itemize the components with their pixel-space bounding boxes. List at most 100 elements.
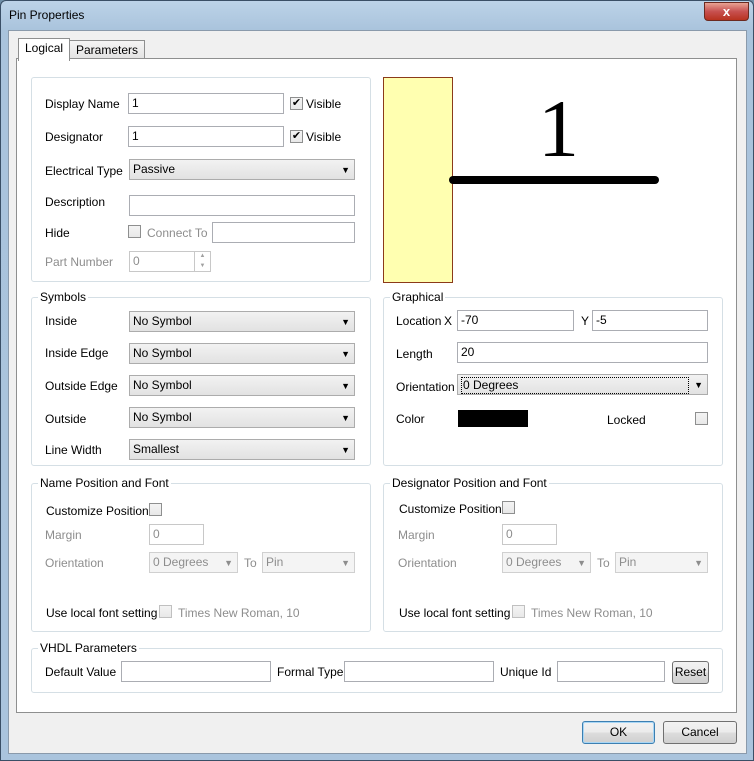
formal-type-label: Formal Type	[277, 665, 344, 679]
display-name-visible-label: Visible	[306, 97, 342, 111]
ok-button[interactable]: OK	[582, 721, 655, 744]
locked-checkbox[interactable]	[695, 412, 708, 425]
inside-edge-label: Inside Edge	[45, 346, 109, 360]
pin-preview-line	[449, 176, 659, 184]
unique-id-label: Unique Id	[500, 665, 552, 679]
part-number-value: 0	[133, 254, 140, 268]
chevron-down-icon: ▼	[341, 413, 350, 423]
pin-preview-body	[383, 77, 453, 283]
display-name-input[interactable]: 1	[128, 93, 284, 114]
location-y-label: Y	[581, 314, 590, 328]
designator-margin-input[interactable]: 0	[502, 524, 557, 545]
name-local-font-checkbox[interactable]	[159, 605, 172, 618]
part-number-label: Part Number	[45, 255, 114, 269]
chevron-down-icon: ▼	[224, 558, 233, 568]
location-y-input[interactable]: -5	[592, 310, 708, 331]
outside-edge-label: Outside Edge	[45, 379, 118, 393]
description-input[interactable]	[129, 195, 355, 216]
chevron-down-icon: ▼	[341, 165, 350, 175]
inside-edge-select[interactable]: No Symbol ▼	[129, 343, 355, 364]
outside-edge-select[interactable]: No Symbol ▼	[129, 375, 355, 396]
chevron-down-icon: ▼	[341, 558, 350, 568]
orientation-label: Orientation	[396, 380, 455, 394]
designator-input[interactable]: 1	[128, 126, 284, 147]
spin-up-icon[interactable]: ▲	[195, 251, 210, 261]
symbols-group-title: Symbols	[38, 290, 89, 304]
designator-to-value: Pin	[619, 555, 637, 569]
formal-type-input[interactable]	[344, 661, 494, 682]
designator-margin-label: Margin	[398, 528, 435, 542]
designator-to-select[interactable]: Pin ▼	[615, 552, 708, 573]
location-x-input[interactable]: -70	[457, 310, 574, 331]
outside-value: No Symbol	[133, 410, 192, 424]
line-width-select[interactable]: Smallest ▼	[129, 439, 355, 460]
outside-label: Outside	[45, 412, 87, 426]
designator-local-font-label: Use local font setting	[399, 606, 511, 620]
tab-logical[interactable]: Logical	[18, 38, 71, 61]
connect-to-label: Connect To	[147, 226, 208, 240]
inside-label: Inside	[45, 314, 78, 328]
outside-select[interactable]: No Symbol ▼	[129, 407, 355, 428]
inside-edge-value: No Symbol	[133, 346, 192, 360]
location-x-label: X	[444, 314, 453, 328]
designator-font-value: Times New Roman, 10	[531, 606, 653, 620]
name-to-select[interactable]: Pin ▼	[262, 552, 355, 573]
chevron-down-icon: ▼	[341, 445, 350, 455]
reset-button[interactable]: Reset	[672, 661, 709, 684]
designator-customize-position-checkbox[interactable]	[502, 501, 515, 514]
designator-local-font-checkbox[interactable]	[512, 605, 525, 618]
inside-select[interactable]: No Symbol ▼	[129, 311, 355, 332]
electrical-type-value: Passive	[133, 162, 176, 176]
title-bar[interactable]: Pin Properties x	[1, 1, 753, 31]
close-button[interactable]: x	[704, 2, 749, 21]
designator-label: Designator	[45, 130, 104, 144]
outside-edge-value: No Symbol	[133, 378, 192, 392]
hide-checkbox[interactable]	[128, 225, 141, 238]
designator-to-label: To	[597, 556, 610, 570]
chevron-down-icon: ▼	[341, 349, 350, 359]
tab-parameters[interactable]: Parameters	[69, 40, 146, 60]
chevron-down-icon: ▼	[341, 317, 350, 327]
display-name-label: Display Name	[45, 97, 120, 111]
designator-customize-position-label: Customize Position	[399, 502, 502, 516]
chevron-down-icon: ▼	[694, 380, 703, 390]
designator-visible-label: Visible	[306, 130, 342, 144]
unique-id-input[interactable]	[557, 661, 665, 682]
line-width-label: Line Width	[45, 443, 102, 457]
inside-value: No Symbol	[133, 314, 192, 328]
color-swatch[interactable]	[458, 410, 528, 427]
name-customize-position-checkbox[interactable]	[149, 503, 162, 516]
spin-down-icon[interactable]: ▼	[195, 261, 210, 271]
location-label: Location	[396, 314, 442, 328]
pin-preview-number: 1	[538, 83, 579, 174]
chevron-down-icon: ▼	[577, 558, 586, 568]
name-local-font-label: Use local font setting	[46, 606, 158, 620]
line-width-value: Smallest	[133, 442, 180, 456]
default-value-input[interactable]	[121, 661, 271, 682]
part-number-spinner[interactable]: ▲ ▼	[194, 251, 210, 272]
chevron-down-icon: ▼	[341, 381, 350, 391]
name-font-value: Times New Roman, 10	[178, 606, 300, 620]
designator-orientation-value: 0 Degrees	[506, 555, 562, 569]
name-orientation-select[interactable]: 0 Degrees ▼	[149, 552, 238, 573]
cancel-button[interactable]: Cancel	[663, 721, 737, 744]
electrical-type-label: Electrical Type	[45, 164, 123, 178]
chevron-down-icon: ▼	[694, 558, 703, 568]
graphical-group-title: Graphical	[390, 290, 446, 304]
hide-label: Hide	[45, 226, 70, 240]
orientation-select[interactable]: 0 Degrees ▼	[457, 374, 708, 395]
display-name-visible-checkbox[interactable]: ✔	[290, 97, 303, 110]
name-margin-input[interactable]: 0	[149, 524, 204, 545]
pin-properties-dialog: Pin Properties x Logical Parameters Disp…	[0, 0, 754, 761]
designator-visible-checkbox[interactable]: ✔	[290, 130, 303, 143]
name-position-group-title: Name Position and Font	[38, 476, 171, 490]
connect-to-input[interactable]	[212, 222, 355, 243]
name-customize-position-label: Customize Position	[46, 504, 149, 518]
name-orientation-value: 0 Degrees	[153, 555, 209, 569]
color-label: Color	[396, 412, 425, 426]
designator-orientation-label: Orientation	[398, 556, 457, 570]
name-margin-label: Margin	[45, 528, 82, 542]
electrical-type-select[interactable]: Passive ▼	[129, 159, 355, 180]
length-input[interactable]: 20	[457, 342, 708, 363]
designator-orientation-select[interactable]: 0 Degrees ▼	[502, 552, 591, 573]
